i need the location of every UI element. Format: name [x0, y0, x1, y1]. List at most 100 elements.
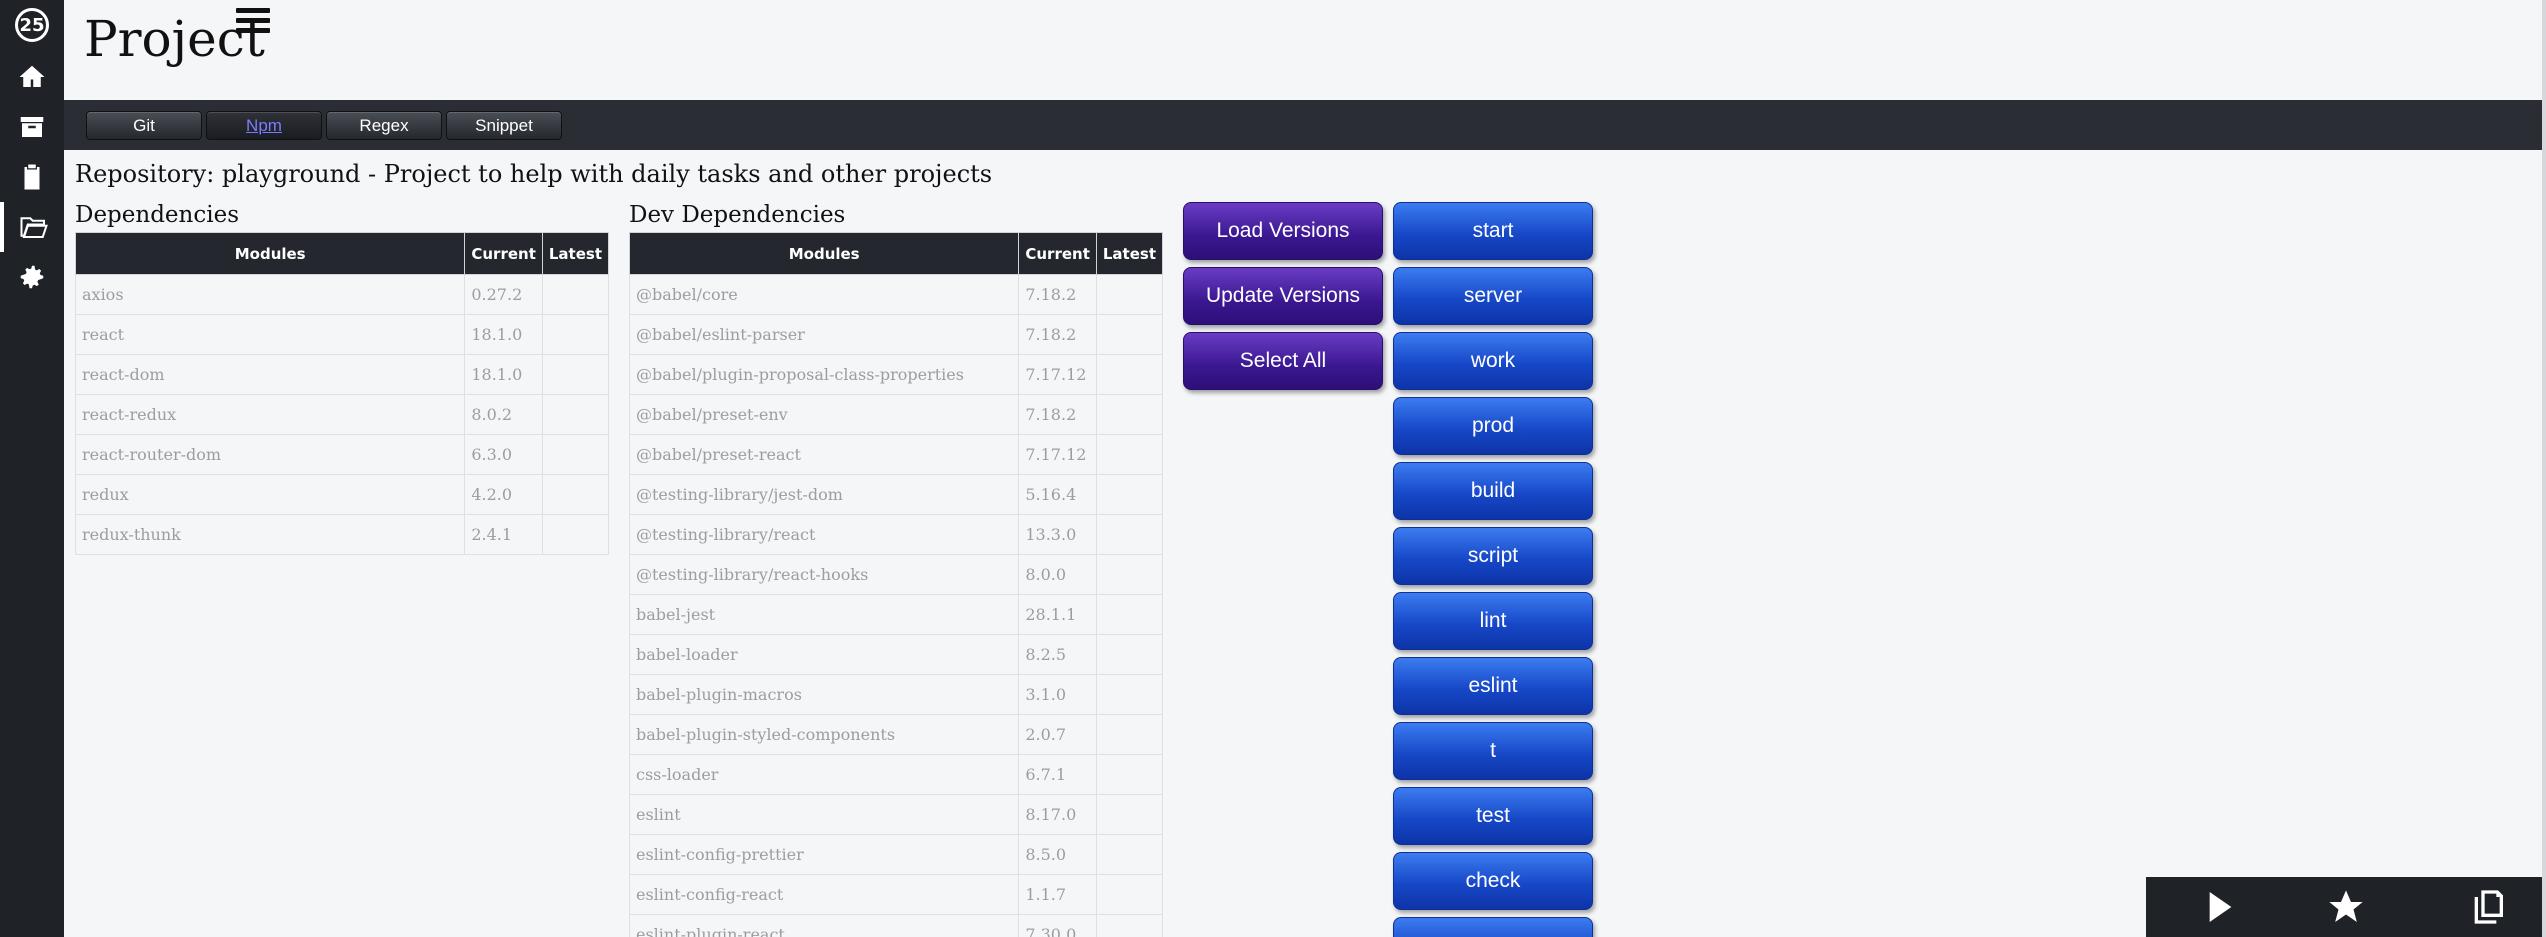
- tab-regex[interactable]: Regex: [326, 111, 442, 140]
- table-row[interactable]: eslint 8.17.0: [628, 794, 1164, 835]
- script-button-test[interactable]: test: [1393, 787, 1593, 845]
- latest-version-cell: [1095, 794, 1164, 835]
- script-button-server[interactable]: server: [1393, 267, 1593, 325]
- module-name-cell: babel-jest: [628, 594, 1020, 635]
- tab-snippet[interactable]: Snippet: [446, 111, 562, 140]
- load-versions-button[interactable]: Load Versions: [1183, 202, 1383, 260]
- current-version-cell: 8.17.0: [1018, 794, 1097, 835]
- table-row[interactable]: @babel/core 7.18.2: [628, 274, 1164, 315]
- module-name-cell: eslint-config-prettier: [628, 834, 1020, 875]
- table-row[interactable]: @testing-library/jest-dom 5.16.4: [628, 474, 1164, 515]
- tab-git[interactable]: Git: [86, 111, 202, 140]
- module-name-cell: axios: [74, 274, 466, 315]
- archive-icon: [20, 117, 44, 137]
- table-row[interactable]: css-loader 6.7.1: [628, 754, 1164, 795]
- current-version-cell: 1.1.7: [1018, 874, 1097, 915]
- sidebar-item-archive[interactable]: [0, 102, 64, 152]
- module-name-cell: @babel/preset-env: [628, 394, 1020, 435]
- script-button-t[interactable]: t: [1393, 722, 1593, 780]
- table-row[interactable]: @babel/plugin-proposal-class-properties 7…: [628, 354, 1164, 395]
- current-version-cell: 8.0.2: [464, 394, 543, 435]
- star-icon[interactable]: [2326, 887, 2366, 927]
- column-header-current[interactable]: Current: [464, 232, 543, 275]
- current-version-cell: 18.1.0: [464, 354, 543, 395]
- current-version-cell: 8.0.0: [1018, 554, 1097, 595]
- select-all-button[interactable]: Select All: [1183, 332, 1383, 390]
- play-icon[interactable]: [2198, 887, 2238, 927]
- current-version-cell: 2.0.7: [1018, 714, 1097, 755]
- module-name-cell: react-router-dom: [74, 434, 466, 475]
- current-version-cell: 0.27.2: [464, 274, 543, 315]
- dependencies-table: Modules Current Latest axios 0.27.2 react 1…: [74, 232, 610, 555]
- module-name-cell: @babel/core: [628, 274, 1020, 315]
- table-row[interactable]: react-redux 8.0.2: [74, 394, 610, 435]
- table-row[interactable]: react-dom 18.1.0: [74, 354, 610, 395]
- table-row[interactable]: eslint-config-prettier 8.5.0: [628, 834, 1164, 875]
- column-header-latest[interactable]: Latest: [541, 232, 610, 275]
- column-header-latest[interactable]: Latest: [1095, 232, 1164, 275]
- latest-version-cell: [1095, 754, 1164, 795]
- module-name-cell: @testing-library/react: [628, 514, 1020, 555]
- module-name-cell: react-redux: [74, 394, 466, 435]
- latest-version-cell: [1095, 274, 1164, 315]
- current-version-cell: 8.2.5: [1018, 634, 1097, 675]
- module-name-cell: babel-plugin-styled-components: [628, 714, 1020, 755]
- table-row[interactable]: @testing-library/react-hooks 8.0.0: [628, 554, 1164, 595]
- script-button-work[interactable]: work: [1393, 332, 1593, 390]
- update-versions-button[interactable]: Update Versions: [1183, 267, 1383, 325]
- sidebar-item-settings[interactable]: [0, 252, 64, 302]
- table-row[interactable]: babel-jest 28.1.1: [628, 594, 1164, 635]
- app-badge[interactable]: 25: [0, 0, 64, 50]
- current-version-cell: 7.17.12: [1018, 434, 1097, 475]
- column-header-modules[interactable]: Modules: [74, 232, 466, 275]
- table-row[interactable]: @babel/eslint-parser 7.18.2: [628, 314, 1164, 355]
- current-version-cell: 28.1.1: [1018, 594, 1097, 635]
- hamburger-menu-icon[interactable]: [236, 8, 270, 34]
- column-header-current[interactable]: Current: [1018, 232, 1097, 275]
- script-button-script[interactable]: script: [1393, 527, 1593, 585]
- script-button-check[interactable]: check: [1393, 852, 1593, 910]
- sidebar-item-clipboard[interactable]: [0, 152, 64, 202]
- table-row[interactable]: redux 4.2.0: [74, 474, 610, 515]
- latest-version-cell: [1095, 674, 1164, 715]
- latest-version-cell: [1095, 354, 1164, 395]
- page-scrollbar[interactable]: [2542, 0, 2546, 937]
- table-row[interactable]: redux-thunk 2.4.1: [74, 514, 610, 555]
- script-button-prod[interactable]: prod: [1393, 397, 1593, 455]
- script-button-build[interactable]: build: [1393, 462, 1593, 520]
- table-row[interactable]: react 18.1.0: [74, 314, 610, 355]
- script-button-lint[interactable]: lint: [1393, 592, 1593, 650]
- copy-icon[interactable]: [2468, 887, 2508, 927]
- tab-bar: Git Npm Regex Snippet: [64, 100, 2546, 150]
- table-row[interactable]: axios 0.27.2: [74, 274, 610, 315]
- script-button-eslint[interactable]: eslint: [1393, 657, 1593, 715]
- sidebar-item-projects[interactable]: [0, 202, 64, 252]
- tab-npm[interactable]: Npm: [206, 111, 322, 140]
- table-row[interactable]: babel-plugin-macros 3.1.0: [628, 674, 1164, 715]
- table-row[interactable]: babel-loader 8.2.5: [628, 634, 1164, 675]
- latest-version-cell: [541, 274, 610, 315]
- table-row[interactable]: eslint-plugin-react 7.30.0: [628, 914, 1164, 937]
- gear-icon: [20, 265, 44, 289]
- current-version-cell: 13.3.0: [1018, 514, 1097, 555]
- latest-version-cell: [541, 514, 610, 555]
- module-name-cell: @babel/plugin-proposal-class-properties: [628, 354, 1020, 395]
- module-name-cell: react-dom: [74, 354, 466, 395]
- latest-version-cell: [1095, 634, 1164, 675]
- latest-version-cell: [541, 474, 610, 515]
- table-row[interactable]: babel-plugin-styled-components 2.0.7: [628, 714, 1164, 755]
- module-name-cell: react: [74, 314, 466, 355]
- table-row[interactable]: @babel/preset-react 7.17.12: [628, 434, 1164, 475]
- script-button-start[interactable]: start: [1393, 202, 1593, 260]
- table-row[interactable]: @babel/preset-env 7.18.2: [628, 394, 1164, 435]
- latest-version-cell: [1095, 554, 1164, 595]
- script-button[interactable]: [1393, 917, 1593, 937]
- table-row[interactable]: react-router-dom 6.3.0: [74, 434, 610, 475]
- table-row[interactable]: eslint-config-react 1.1.7: [628, 874, 1164, 915]
- table-row[interactable]: @testing-library/react 13.3.0: [628, 514, 1164, 555]
- module-name-cell: @testing-library/react-hooks: [628, 554, 1020, 595]
- sidebar-item-home[interactable]: [0, 52, 64, 102]
- current-version-cell: 18.1.0: [464, 314, 543, 355]
- column-header-modules[interactable]: Modules: [628, 232, 1020, 275]
- sidebar: 25: [0, 0, 64, 937]
